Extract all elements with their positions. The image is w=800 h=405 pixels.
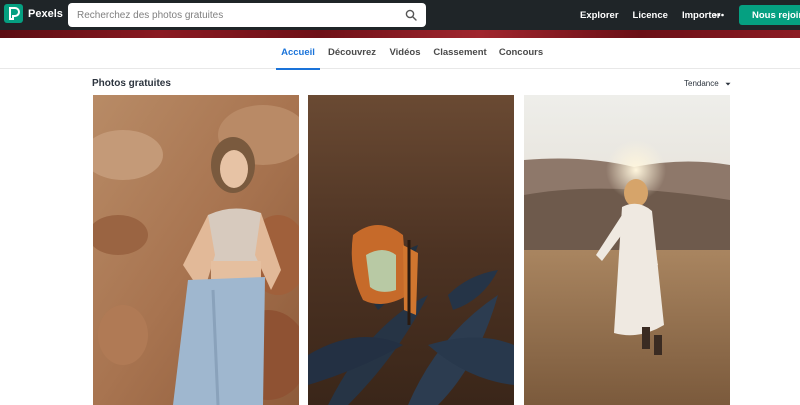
photo-card-butterfly[interactable] — [308, 95, 514, 405]
tab-classement[interactable]: Classement — [432, 38, 488, 69]
sort-label: Tendance — [684, 79, 719, 88]
nav-licence[interactable]: Licence — [633, 10, 668, 21]
tab-bar: Accueil Découvrez Vidéos Classement Conc… — [0, 38, 800, 70]
search-icon[interactable] — [405, 9, 417, 21]
photo-woman-field-image — [524, 95, 730, 405]
tab-videos[interactable]: Vidéos — [386, 38, 424, 69]
photo-butterfly-image — [308, 95, 514, 405]
sort-dropdown[interactable]: Tendance — [684, 79, 731, 88]
search-bar[interactable] — [68, 3, 426, 27]
tab-accueil[interactable]: Accueil — [276, 38, 320, 70]
brand-name[interactable]: Pexels — [28, 8, 63, 20]
tab-concours[interactable]: Concours — [497, 38, 545, 69]
tab-decouvrez[interactable]: Découvrez — [326, 38, 378, 69]
search-input[interactable] — [77, 9, 397, 21]
photo-woman-rocks-image — [93, 95, 299, 405]
section-title: Photos gratuites — [92, 78, 171, 89]
header-nav: Explorer Licence Importer — [580, 0, 734, 30]
join-button[interactable]: Nous rejoindre — [739, 5, 800, 25]
more-dots-icon[interactable] — [714, 13, 724, 17]
top-header: Pexels Explorer Licence Importer Nous re… — [0, 0, 800, 34]
chevron-down-icon — [725, 82, 731, 85]
photo-card-woman-field[interactable] — [524, 95, 730, 405]
photo-card-woman-rocks[interactable] — [93, 95, 299, 405]
pexels-logo-icon[interactable] — [4, 4, 23, 23]
nav-explorer[interactable]: Explorer — [580, 10, 619, 21]
header-banner-strip — [0, 30, 800, 38]
